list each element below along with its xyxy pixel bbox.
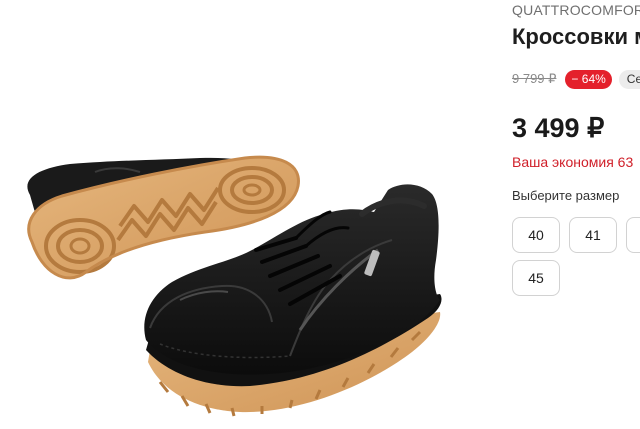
old-price: 9 799 ₽ (512, 71, 557, 86)
size-option-45[interactable]: 45 (512, 260, 560, 296)
price-row: 9 799 ₽ − 64% Сей (512, 68, 640, 90)
product-image[interactable] (0, 0, 470, 429)
product-title: Кроссовки м (512, 24, 640, 49)
size-selector-label: Выберите размер (512, 188, 620, 203)
product-info-panel: QUATTROCOMFORT Кроссовки м 9 799 ₽ − 64%… (512, 0, 640, 429)
promo-chip[interactable]: Сей (618, 69, 640, 89)
brand-name[interactable]: QUATTROCOMFORT (512, 2, 640, 18)
discount-badge: − 64% (565, 69, 612, 89)
size-option-partial[interactable] (626, 217, 640, 253)
current-price: 3 499 ₽ (512, 113, 605, 143)
size-option-41[interactable]: 41 (569, 217, 617, 253)
product-page: QUATTROCOMFORT Кроссовки м 9 799 ₽ − 64%… (0, 0, 640, 429)
size-option-40[interactable]: 40 (512, 217, 560, 253)
savings-text: Ваша экономия 63 (512, 154, 634, 170)
